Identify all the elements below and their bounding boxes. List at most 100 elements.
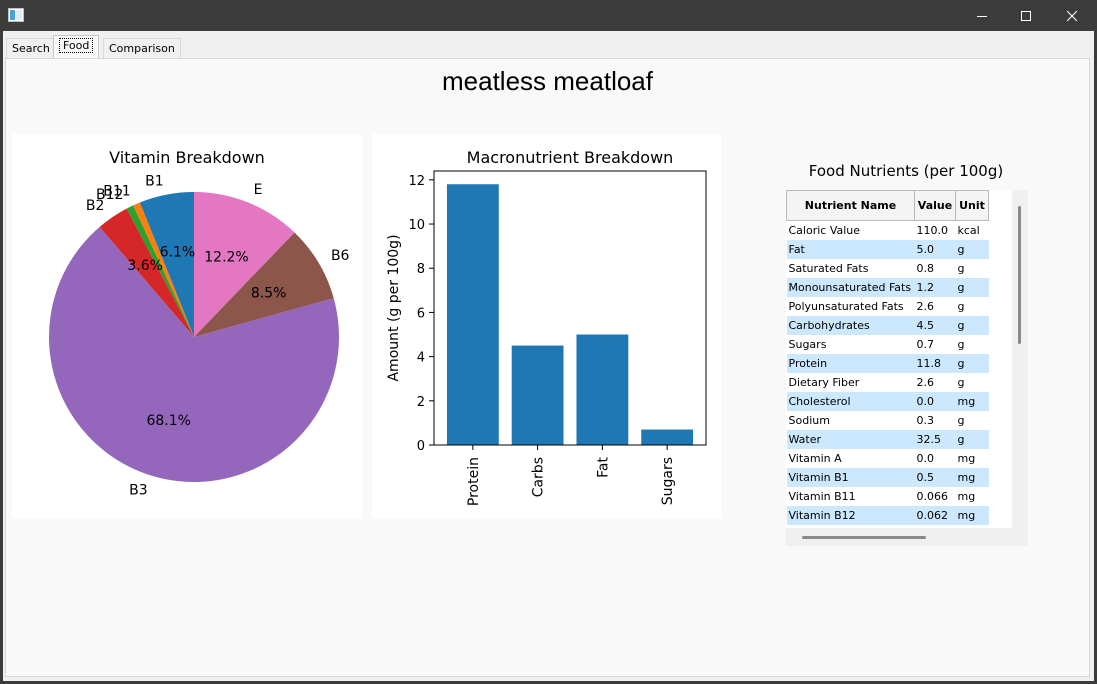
table-row[interactable]: Cholesterol 0.0 mg: [786, 391, 989, 411]
table-row[interactable]: Carbohydrates 4.5 g: [786, 315, 989, 335]
tab-comparison[interactable]: Comparison: [103, 38, 181, 58]
vitamin-pie-chart: Vitamin Breakdown B1 6.1% B11 B12 B2 3.6% B3 68…: [12, 134, 362, 518]
app-window: Search Food Comparison meatless meatloaf…: [0, 0, 1097, 684]
table-row[interactable]: Vitamin A 0.0 mg: [787, 449, 989, 468]
pie-pct-label-e: 12.2%: [204, 249, 248, 265]
cell-value: 0.0: [916, 451, 935, 465]
cell-unit: g: [955, 429, 989, 449]
cell-nutrient-name: Cholesterol: [786, 391, 915, 411]
table-row[interactable]: Fat 5.0 g: [786, 239, 989, 259]
maximize-button[interactable]: [1003, 0, 1049, 31]
cell-nutrient-name: Carbohydrates: [786, 315, 915, 335]
food-panel: meatless meatloaf Vitamin Breakdown B1 6.…: [5, 58, 1090, 677]
nutrients-table: Nutrient Name Value Unit Caloric Value 11…: [786, 190, 989, 525]
table-row[interactable]: Sugars 0.7 g: [787, 335, 989, 354]
cell-nutrient-name: Vitamin B12: [786, 505, 915, 525]
pie-label-b1: B1: [145, 173, 164, 189]
horizontal-scrollbar[interactable]: [802, 536, 926, 539]
pie-label-b2: B2: [86, 198, 105, 214]
app-icon: [8, 8, 24, 22]
y-tick-label: 6: [417, 306, 425, 321]
y-tick-label: 2: [417, 395, 425, 410]
table-row[interactable]: Polyunsaturated Fats 2.6 g: [787, 297, 989, 316]
cell-nutrient-name: Vitamin A: [788, 451, 842, 465]
cell-value: 0.5: [914, 467, 956, 487]
table-header-row: Nutrient Name Value Unit: [786, 190, 989, 221]
table-row[interactable]: Monounsaturated Fats 1.2 g: [786, 277, 989, 297]
tab-bar: Search Food Comparison: [3, 31, 1094, 59]
title-bar[interactable]: [0, 0, 1097, 31]
header-value[interactable]: Value: [914, 190, 956, 221]
table-row[interactable]: Sodium 0.3 g: [787, 411, 989, 430]
cell-value: 5.0: [914, 239, 956, 259]
cell-value: 32.5: [914, 429, 956, 449]
vitamin-pie-svg: Vitamin Breakdown B16.1%B11B12B23.6%B368…: [49, 148, 350, 499]
cell-nutrient-name: Sodium: [788, 413, 830, 427]
table-row[interactable]: Vitamin B12 0.062 mg: [786, 505, 989, 525]
cell-unit: g: [955, 277, 989, 297]
bar-carbs: [511, 345, 564, 445]
cell-nutrient-name: Polyunsaturated Fats: [788, 299, 904, 313]
pie-label-b3: B3: [129, 483, 148, 499]
client-area: Search Food Comparison meatless meatloaf…: [3, 31, 1094, 681]
cell-value: 0.0: [914, 391, 956, 411]
cell-nutrient-name: Fat: [786, 239, 915, 259]
cell-value: 0.062: [914, 505, 956, 525]
cell-unit: mg: [957, 489, 976, 503]
tab-search-label: Search: [12, 42, 50, 55]
cell-unit: g: [957, 261, 965, 275]
tab-search[interactable]: Search: [6, 38, 56, 58]
table-row[interactable]: Saturated Fats 0.8 g: [787, 259, 989, 278]
x-tick-label-sugars: Sugars: [660, 457, 676, 505]
nutrients-table-container: Nutrient Name Value Unit Caloric Value 11…: [786, 190, 1028, 546]
y-tick-label: 10: [408, 218, 425, 233]
y-tick-label: 0: [417, 439, 425, 454]
x-tick-label-carbs: Carbs: [531, 457, 547, 497]
cell-nutrient-name: Vitamin B1: [786, 467, 915, 487]
cell-value: 0.7: [916, 337, 935, 351]
minimize-icon: [977, 15, 987, 17]
cell-unit: kcal: [957, 223, 980, 237]
pie-label-e: E: [254, 182, 263, 198]
cell-value: 0.066: [916, 489, 949, 503]
cell-value: 110.0: [916, 223, 949, 237]
cell-unit: g: [957, 299, 965, 313]
pie-pct-label-b1: 6.1%: [160, 245, 196, 261]
cell-unit: g: [957, 337, 965, 351]
cell-unit: g: [955, 315, 989, 335]
macronutrient-bar-svg: Macronutrient Breakdown 0 2 4 6 8 10 12 Protein…: [386, 148, 707, 506]
header-unit[interactable]: Unit: [955, 190, 989, 221]
minimize-button[interactable]: [959, 0, 1005, 31]
table-row[interactable]: Caloric Value 110.0 kcal: [787, 221, 989, 240]
food-title: meatless meatloaf: [442, 66, 653, 96]
pie-pct-label-b3: 68.1%: [146, 413, 190, 429]
x-tick-label-protein: Protein: [466, 457, 482, 506]
table-row[interactable]: Water 32.5 g: [786, 429, 989, 449]
cell-nutrient-name: Caloric Value: [788, 223, 861, 237]
vertical-scrollbar[interactable]: [1018, 206, 1021, 344]
cell-unit: g: [957, 375, 965, 389]
cell-value: 11.8: [914, 353, 956, 373]
table-row[interactable]: Dietary Fiber 2.6 g: [787, 373, 989, 392]
cell-nutrient-name: Vitamin B11: [788, 489, 856, 503]
table-row[interactable]: Vitamin B11 0.066 mg: [787, 487, 989, 506]
macronutrient-bar-chart: Macronutrient Breakdown 0 2 4 6 8 10 12 Protein…: [372, 134, 721, 518]
header-nutrient-name[interactable]: Nutrient Name: [786, 190, 915, 221]
x-tick-label-fat: Fat: [595, 456, 611, 477]
pie-pct-label-b2: 3.6%: [127, 258, 163, 274]
pie-pct-label-b6: 8.5%: [251, 285, 287, 301]
cell-value: 4.5: [914, 315, 956, 335]
maximize-icon: [1021, 10, 1031, 21]
table-row[interactable]: Vitamin B1 0.5 mg: [786, 467, 989, 487]
cell-value: 1.2: [914, 277, 956, 297]
close-button[interactable]: [1049, 0, 1095, 31]
table-row[interactable]: Protein 11.8 g: [786, 353, 989, 373]
bar-fat: [576, 334, 629, 445]
nutrients-title: Food Nutrients (per 100g): [808, 162, 1004, 180]
cell-unit: g: [955, 353, 989, 373]
cell-value: 2.6: [916, 299, 935, 313]
tab-food[interactable]: Food: [53, 35, 100, 58]
tab-food-label: Food: [59, 38, 94, 53]
cell-unit: mg: [955, 505, 989, 525]
cell-nutrient-name: Sugars: [788, 337, 827, 351]
